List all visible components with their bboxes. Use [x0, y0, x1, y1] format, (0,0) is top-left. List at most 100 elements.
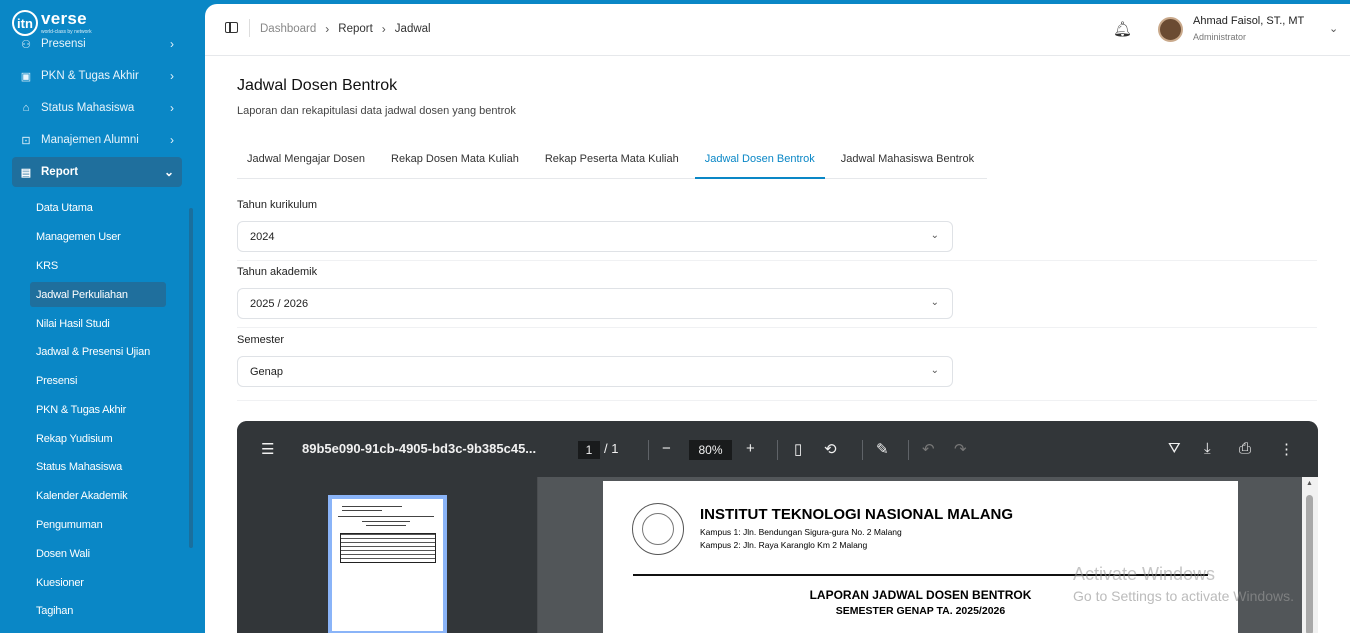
sidebar-subitem-managemen-user[interactable]: Managemen User: [30, 224, 166, 249]
pdf-scrollbar[interactable]: ▲: [1302, 477, 1318, 633]
sidebar-subitem-rekap-yudisium[interactable]: Rekap Yudisium: [30, 426, 166, 451]
sidebar: itn verse world-class by network ⚇ Prese…: [0, 0, 205, 633]
fit-page-icon[interactable]: ▯: [794, 440, 802, 458]
undo-icon[interactable]: ↶: [922, 440, 935, 458]
sidebar-subitem-presensi[interactable]: Presensi: [30, 368, 166, 393]
chevron-right-icon: ›: [325, 22, 330, 36]
print-icon[interactable]: ⎙: [1239, 440, 1251, 457]
chevron-right-icon: ›: [170, 133, 174, 147]
notification-bell-icon[interactable]: 🔔︎: [1113, 20, 1132, 38]
sidebar-subitem-kuesioner[interactable]: Kuesioner: [30, 570, 166, 595]
doc-address-2: Kampus 2: Jln. Raya Karanglo Km 2 Malang: [700, 540, 868, 550]
kurikulum-select[interactable]: 2024 ⌄: [237, 221, 953, 252]
pdf-filename: 89b5e090-91cb-4905-bd3c-9b385c45...: [302, 441, 537, 456]
sidebar-item-label: Status Mahasiswa: [41, 102, 135, 114]
akademik-select[interactable]: 2025 / 2026 ⌄: [237, 288, 953, 319]
sidebar-subitem-data-utama[interactable]: Data Utama: [30, 195, 166, 220]
zoom-level[interactable]: 80%: [689, 440, 732, 460]
sidebar-subitem-pengumuman[interactable]: Pengumuman: [30, 512, 166, 537]
sidebar-item-label: Manajemen Alumni: [41, 134, 139, 146]
thumbnail-line: [342, 510, 382, 511]
redo-icon[interactable]: ↷: [954, 440, 967, 458]
breadcrumb-dashboard[interactable]: Dashboard: [260, 23, 316, 35]
scroll-up-icon[interactable]: ▲: [1306, 480, 1313, 487]
briefcase-icon: ▣: [20, 70, 32, 83]
submenu-scrollbar[interactable]: [189, 208, 193, 548]
thumbnail-line: [362, 521, 410, 522]
tab-jadwal-mengajar-dosen[interactable]: Jadwal Mengajar Dosen: [237, 144, 375, 179]
sidebar-subitem-jadwal-perkuliahan[interactable]: Jadwal Perkuliahan: [30, 282, 166, 307]
tab-jadwal-dosen-bentrok[interactable]: Jadwal Dosen Bentrok: [694, 144, 825, 179]
chevron-right-icon: ›: [170, 37, 174, 51]
alumni-icon: ⊡: [21, 134, 31, 147]
chevron-down-icon: ⌄: [930, 297, 939, 308]
more-options-icon[interactable]: ⋮: [1279, 440, 1294, 458]
sidebar-subitem-status-mahasiswa[interactable]: Status Mahasiswa: [30, 454, 166, 479]
breadcrumb-jadwal: Jadwal: [394, 23, 431, 35]
sidebar-subitem-pkn[interactable]: PKN & Tugas Akhir: [30, 397, 166, 422]
divider: [237, 400, 1317, 401]
windows-watermark-title: Activate Windows: [1073, 564, 1216, 584]
sidebar-item-pkn[interactable]: ▣ PKN & Tugas Akhir ›: [12, 62, 182, 90]
divider: [777, 440, 778, 460]
pdf-toolbar: ☰ 89b5e090-91cb-4905-bd3c-9b385c45... 1 …: [237, 421, 1318, 477]
sidebar-subitem-kalender-akademik[interactable]: Kalender Akademik: [30, 483, 166, 508]
top-bar: Dashboard › Report › Jadwal 🔔︎ Ahmad Fai…: [205, 4, 1350, 56]
user-name[interactable]: Ahmad Faisol, ST., MT: [1193, 15, 1304, 27]
pdf-page: INSTITUT TEKNOLOGI NASIONAL MALANG Kampu…: [603, 481, 1238, 633]
tab-jadwal-mahasiswa-bentrok[interactable]: Jadwal Mahasiswa Bentrok: [831, 144, 984, 179]
annotate-icon[interactable]: ✎: [876, 440, 889, 458]
semester-value: Genap: [250, 365, 284, 378]
zoom-in-icon[interactable]: +: [746, 440, 755, 457]
tab-rekap-dosen-mata-kuliah[interactable]: Rekap Dosen Mata Kuliah: [381, 144, 529, 179]
breadcrumb-report[interactable]: Report: [338, 23, 373, 35]
doc-address-1: Kampus 1: Jln. Bendungan Sigura-gura No.…: [700, 527, 902, 537]
sidebar-item-label: PKN & Tugas Akhir: [41, 70, 139, 82]
doc-institution: INSTITUT TEKNOLOGI NASIONAL MALANG: [700, 506, 1014, 523]
sidebar-subitem-krs[interactable]: KRS: [30, 253, 166, 278]
report-icon: ▤: [20, 166, 32, 179]
drive-add-icon[interactable]: ⛛: [1168, 440, 1181, 457]
sidebar-subitem-tagihan[interactable]: Tagihan: [30, 598, 166, 623]
sidebar-subitem-dosen-wali[interactable]: Dosen Wali: [30, 541, 166, 566]
kurikulum-label: Tahun kurikulum: [237, 199, 318, 211]
page-thumbnail[interactable]: [328, 495, 447, 633]
akademik-label: Tahun akademik: [237, 266, 318, 278]
sidebar-subitem-nilai-hasil-studi[interactable]: Nilai Hasil Studi: [30, 311, 166, 336]
tab-rekap-peserta-mata-kuliah[interactable]: Rekap Peserta Mata Kuliah: [535, 144, 689, 179]
breadcrumb: Dashboard › Report › Jadwal: [260, 22, 431, 36]
logo-text: verse: [41, 9, 87, 28]
rotate-icon[interactable]: ⟲: [824, 440, 837, 458]
chevron-right-icon: ›: [170, 101, 174, 115]
semester-label: Semester: [237, 334, 285, 346]
sidebar-subitem-jadwal-presensi-ujian[interactable]: Jadwal & Presensi Ujian: [30, 339, 166, 364]
page-number-input[interactable]: 1: [578, 441, 600, 459]
chevron-down-icon[interactable]: ⌄: [1329, 22, 1338, 35]
doc-report-subtitle: SEMESTER GENAP TA. 2025/2026: [835, 605, 1006, 617]
download-icon[interactable]: ⤓: [1204, 440, 1211, 457]
scrollbar-thumb[interactable]: [1306, 495, 1313, 633]
divider: [237, 260, 1317, 261]
main-content: Dashboard › Report › Jadwal 🔔︎ Ahmad Fai…: [205, 4, 1350, 633]
divider: [862, 440, 863, 460]
chevron-right-icon: ›: [170, 69, 174, 83]
zoom-out-icon[interactable]: −: [662, 440, 671, 457]
avatar[interactable]: [1158, 17, 1183, 42]
thumbnail-line: [366, 525, 406, 526]
menu-icon[interactable]: ☰: [261, 440, 274, 458]
chevron-down-icon: ⌄: [930, 230, 939, 241]
akademik-value: 2025 / 2026: [250, 297, 309, 310]
sidebar-item-presensi[interactable]: ⚇ Presensi ›: [12, 30, 182, 58]
institution-seal-icon: [632, 503, 684, 555]
divider: [249, 19, 250, 37]
chevron-down-icon: ⌄: [163, 165, 174, 179]
chevron-right-icon: ›: [381, 22, 386, 36]
thumbnail-table: [340, 533, 436, 563]
sidebar-item-manajemen-alumni[interactable]: ⊡ Manajemen Alumni ›: [12, 126, 182, 154]
thumbnail-line: [342, 506, 402, 507]
sidebar-toggle-icon[interactable]: [225, 22, 238, 33]
sidebar-item-report[interactable]: ▤ Report ⌄: [12, 157, 182, 187]
semester-select[interactable]: Genap ⌄: [237, 356, 953, 387]
user-role: Administrator: [1193, 32, 1247, 42]
sidebar-item-status-mahasiswa[interactable]: ⌂ Status Mahasiswa ›: [12, 94, 182, 122]
